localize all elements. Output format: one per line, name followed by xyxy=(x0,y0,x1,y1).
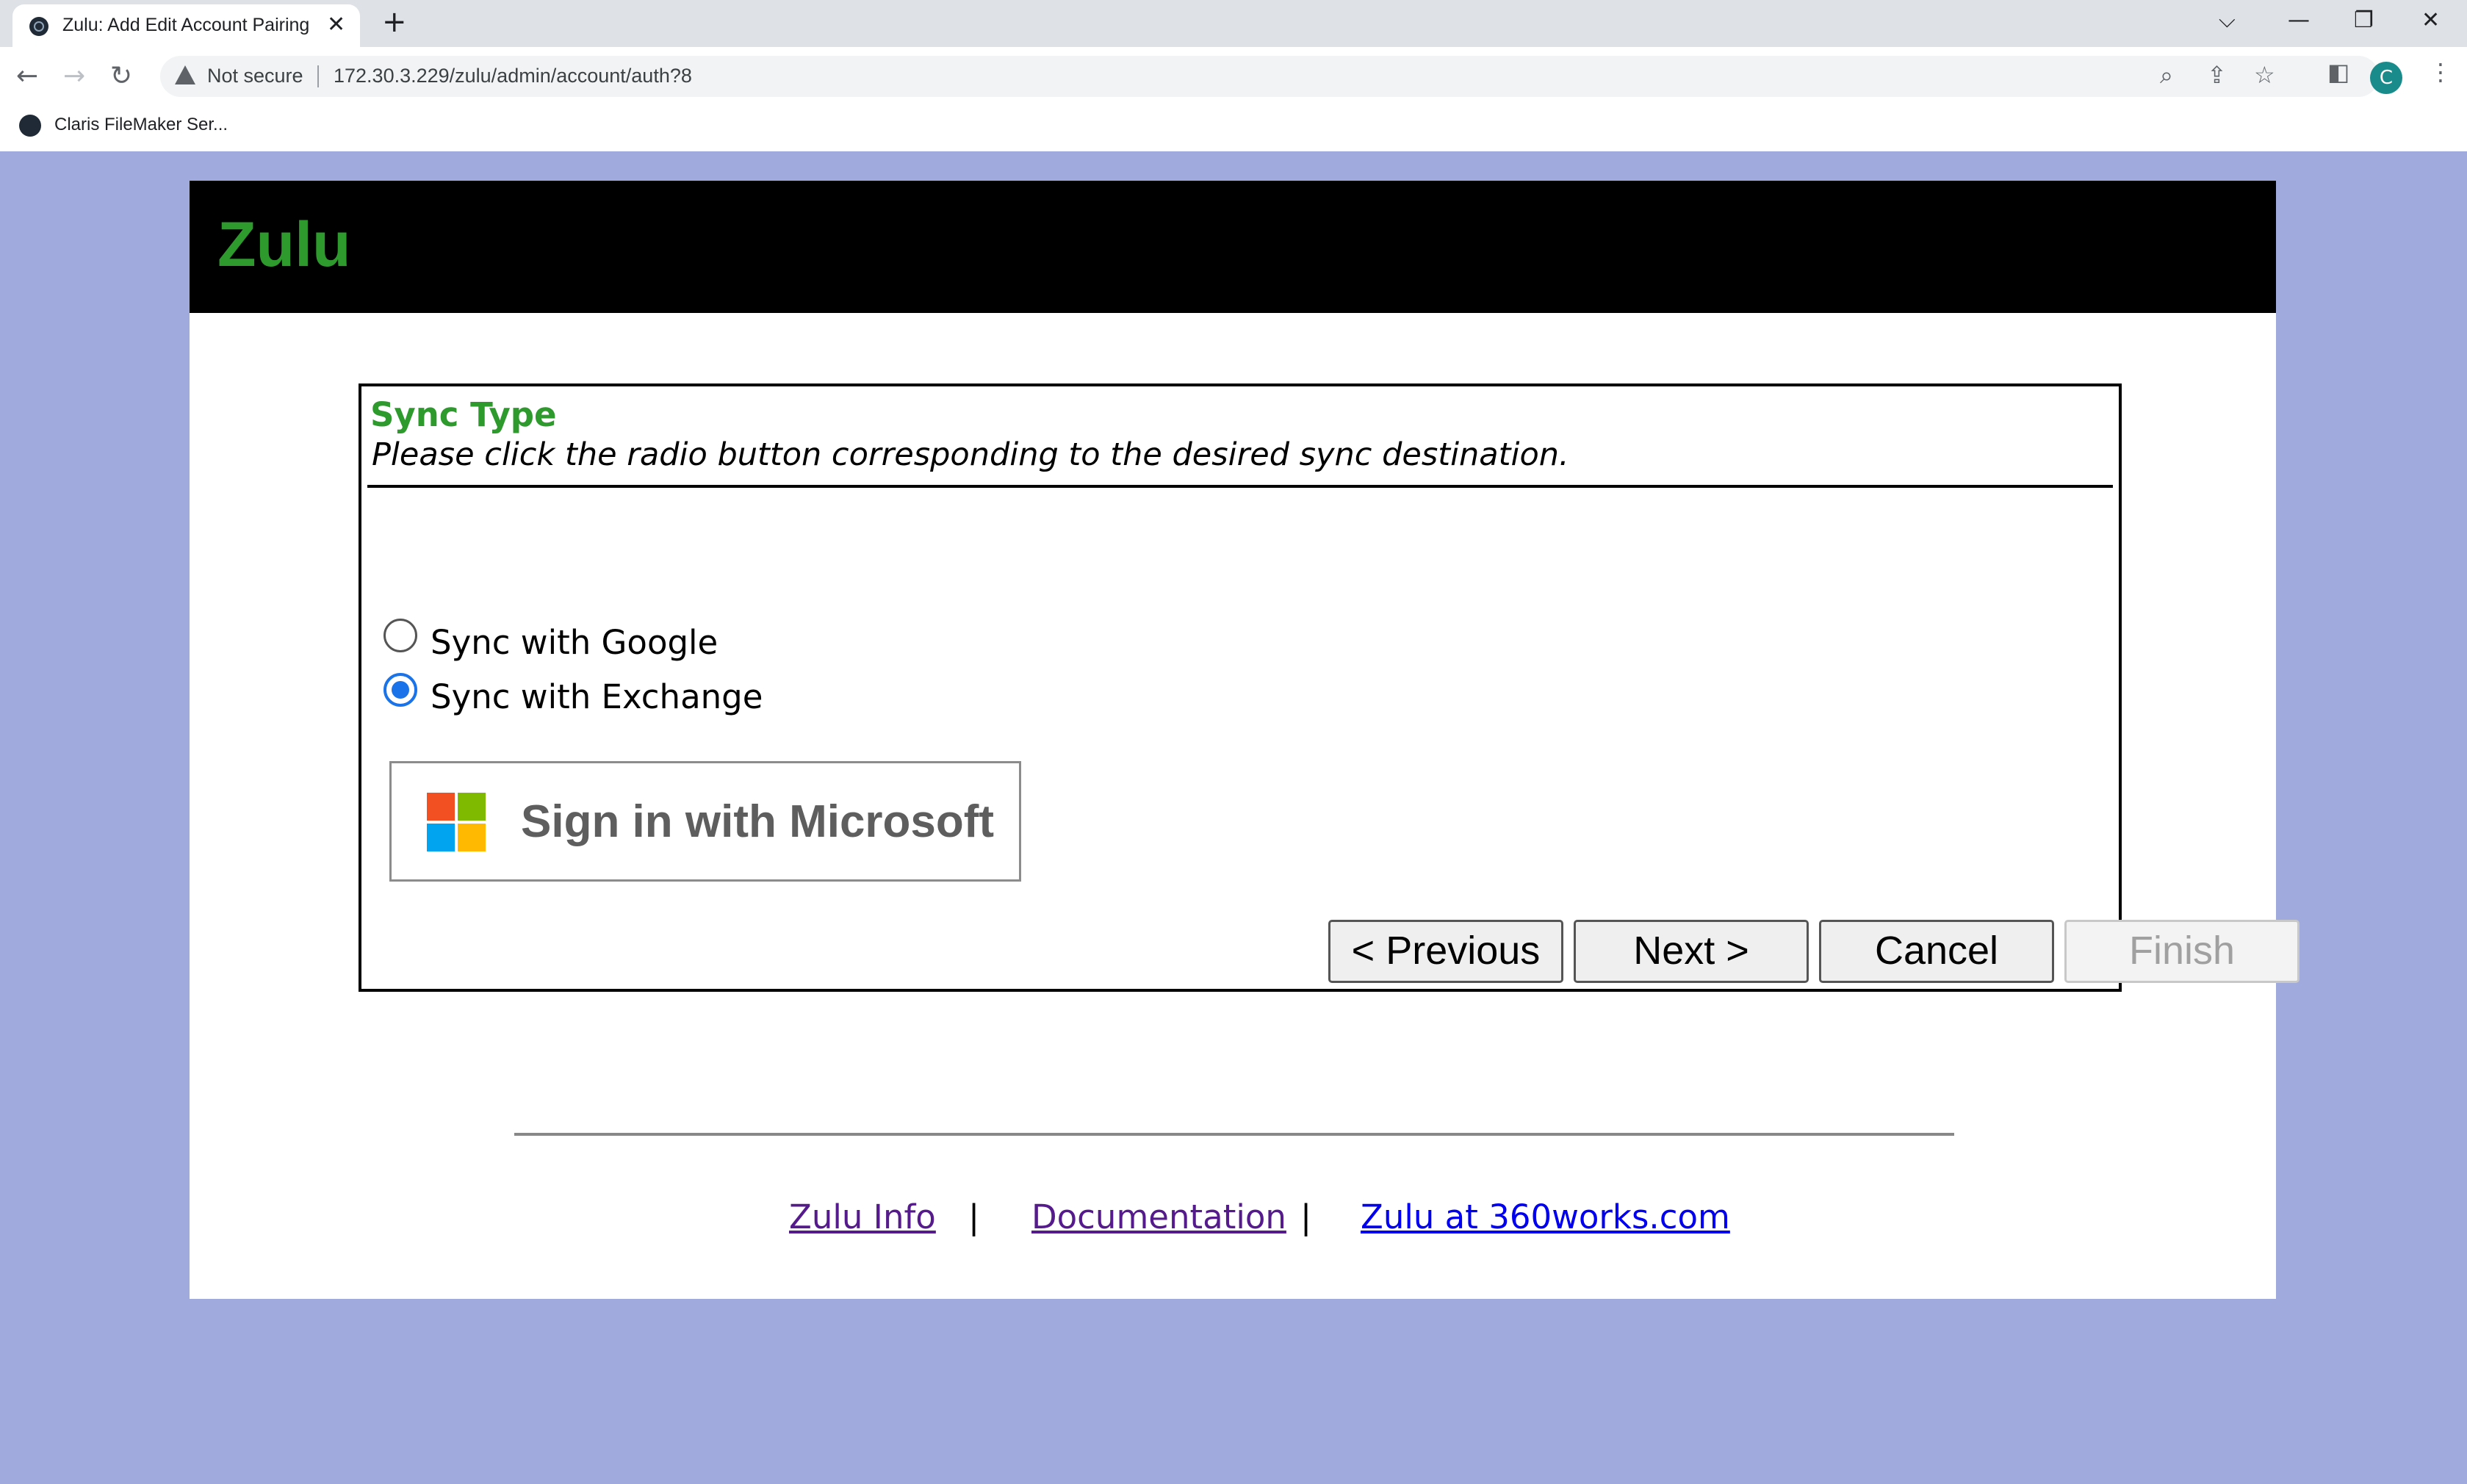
panel-title: Sync Type xyxy=(370,395,557,434)
share-icon[interactable]: ⇪ xyxy=(2207,60,2227,90)
close-window-icon[interactable]: ✕ xyxy=(2421,6,2440,35)
footer-links: Zulu Info | Documentation | Zulu at 360w… xyxy=(190,1197,2276,1242)
close-tab-icon[interactable]: ✕ xyxy=(327,12,345,38)
documentation-link[interactable]: Documentation xyxy=(1031,1197,1286,1236)
browser-toolbar: ← → ↻ Not secure 172.30.3.229/zulu/admin… xyxy=(0,47,2467,106)
security-label[interactable]: Not secure xyxy=(207,65,303,87)
option-label: Sync with Exchange xyxy=(431,677,763,716)
page-background: Zulu Sync Type Please click the radio bu… xyxy=(0,151,2467,1484)
globe-icon xyxy=(29,17,48,36)
radio-google[interactable] xyxy=(383,619,417,652)
restore-icon[interactable]: ❐ xyxy=(2354,6,2374,35)
tab-title: Zulu: Add Edit Account Pairing xyxy=(62,15,310,35)
url-text[interactable]: 172.30.3.229/zulu/admin/account/auth?8 xyxy=(334,65,692,87)
site-header: Zulu xyxy=(190,181,2276,313)
panel-divider xyxy=(367,485,2113,488)
zulu-info-link[interactable]: Zulu Info xyxy=(789,1197,936,1236)
browser-tab[interactable]: Zulu: Add Edit Account Pairing ✕ xyxy=(12,4,360,47)
footer-divider xyxy=(514,1133,1954,1136)
footer-separator: | xyxy=(1300,1197,1312,1236)
sync-type-panel: Sync Type Please click the radio button … xyxy=(359,383,2299,992)
cancel-button[interactable]: Cancel xyxy=(1819,920,2054,983)
sign-in-microsoft-button[interactable]: Sign in with Microsoft xyxy=(389,761,1021,882)
option-label: Sync with Google xyxy=(431,623,719,662)
previous-button[interactable]: < Previous xyxy=(1328,920,1563,983)
zoom-icon[interactable]: ⌕ xyxy=(2160,60,2173,90)
bookmark-star-icon[interactable]: ☆ xyxy=(2254,60,2275,90)
microsoft-logo-icon xyxy=(427,793,486,851)
footer-separator: | xyxy=(968,1197,980,1236)
zulu-360works-link[interactable]: Zulu at 360works.com xyxy=(1361,1197,1730,1236)
content-card: Zulu Sync Type Please click the radio bu… xyxy=(190,181,2299,1299)
new-tab-button[interactable]: + xyxy=(382,7,407,37)
side-panel-icon[interactable]: ◧ xyxy=(2327,57,2349,87)
bookmark-claris[interactable]: Claris FileMaker Ser... xyxy=(54,115,228,135)
tab-search-icon[interactable]: ⌵ xyxy=(2219,6,2236,35)
bookmarks-bar: Claris FileMaker Ser... xyxy=(0,106,2467,152)
menu-icon[interactable]: ⋮ xyxy=(2429,57,2452,87)
address-bar[interactable]: Not secure 172.30.3.229/zulu/admin/accou… xyxy=(160,56,2379,97)
site-logo: Zulu xyxy=(217,209,351,280)
reload-icon[interactable]: ↻ xyxy=(110,62,132,91)
radio-exchange[interactable] xyxy=(383,673,417,707)
globe-icon xyxy=(19,115,41,137)
profile-avatar[interactable]: C xyxy=(2370,62,2402,94)
warning-icon xyxy=(175,65,195,84)
browser-tab-bar: Zulu: Add Edit Account Pairing ✕ + ⌵ — ❐… xyxy=(0,0,2467,47)
address-divider xyxy=(317,65,319,87)
back-icon[interactable]: ← xyxy=(16,62,38,91)
finish-button: Finish xyxy=(2064,920,2299,983)
minimize-icon[interactable]: — xyxy=(2288,6,2310,35)
forward-icon[interactable]: → xyxy=(63,62,85,91)
next-button[interactable]: Next > xyxy=(1574,920,1809,983)
panel-description: Please click the radio button correspond… xyxy=(372,436,1569,473)
sign-in-label: Sign in with Microsoft xyxy=(521,796,995,847)
